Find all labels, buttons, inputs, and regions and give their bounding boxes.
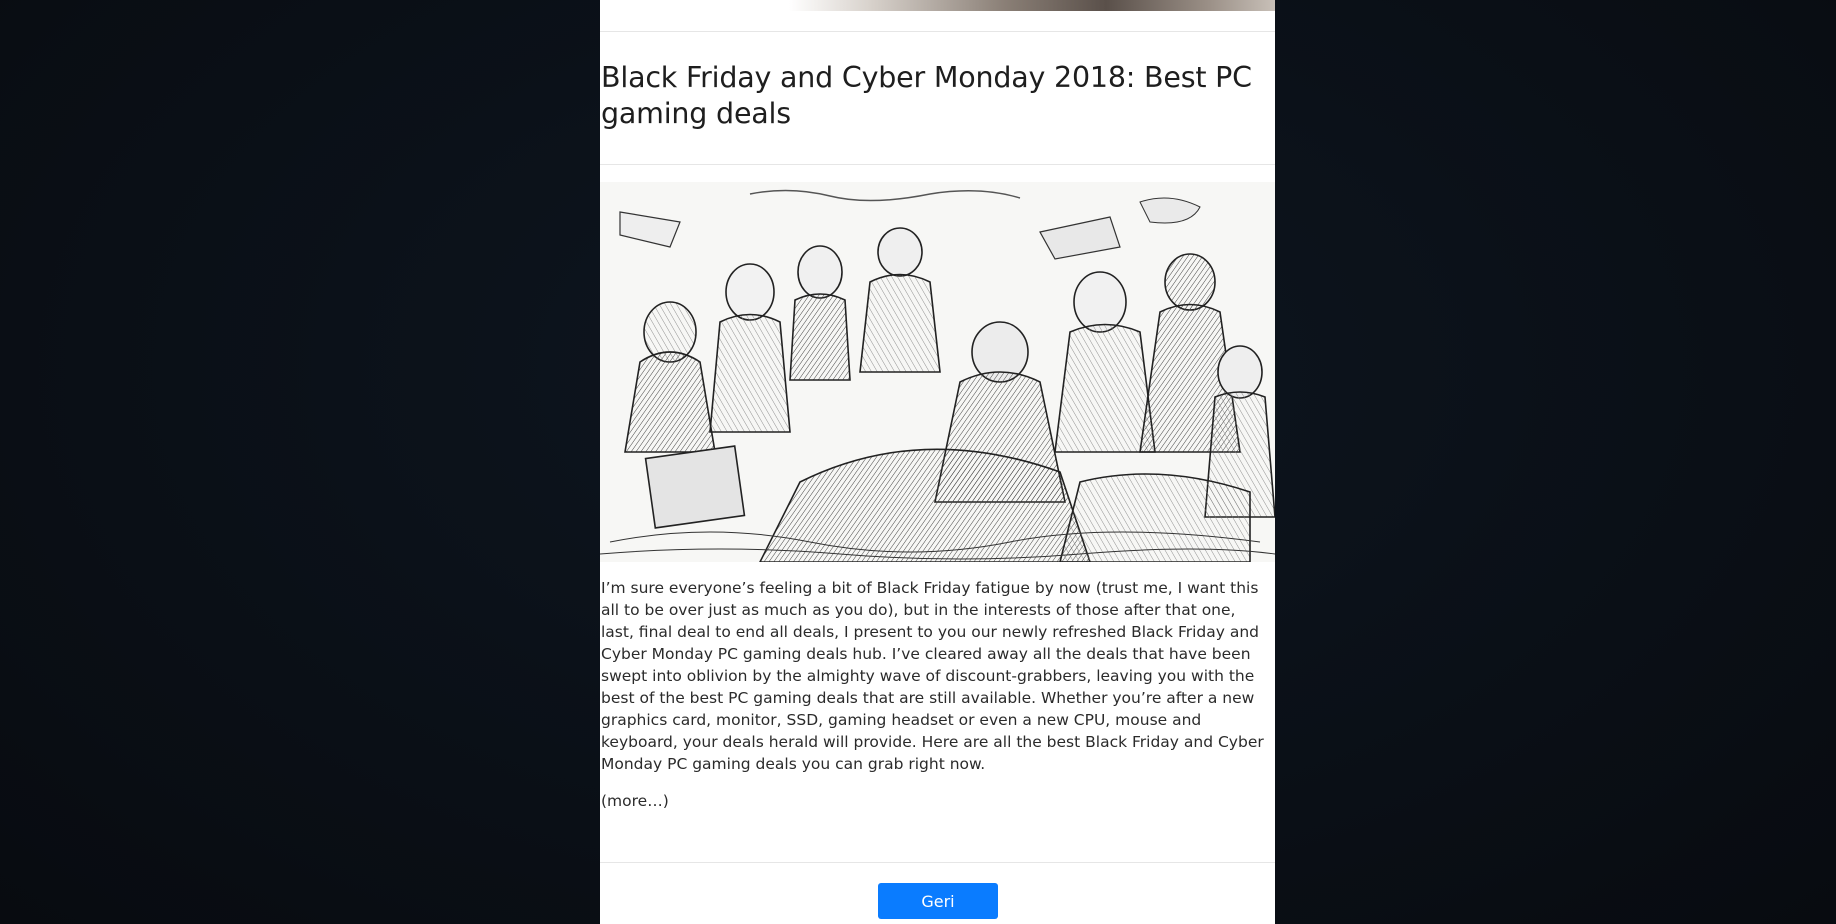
divider xyxy=(600,164,1275,165)
article-image xyxy=(600,182,1275,562)
read-more-link[interactable]: (more…) xyxy=(601,790,669,812)
divider xyxy=(600,31,1275,32)
article-title: Black Friday and Cyber Monday 2018: Best… xyxy=(601,61,1252,130)
back-button[interactable]: Geri xyxy=(878,883,998,919)
article-card: Black Friday and Cyber Monday 2018: Best… xyxy=(600,0,1275,924)
previous-article-image xyxy=(600,0,1275,11)
divider xyxy=(600,862,1275,863)
article-excerpt: I’m sure everyone’s feeling a bit of Bla… xyxy=(601,579,1264,773)
